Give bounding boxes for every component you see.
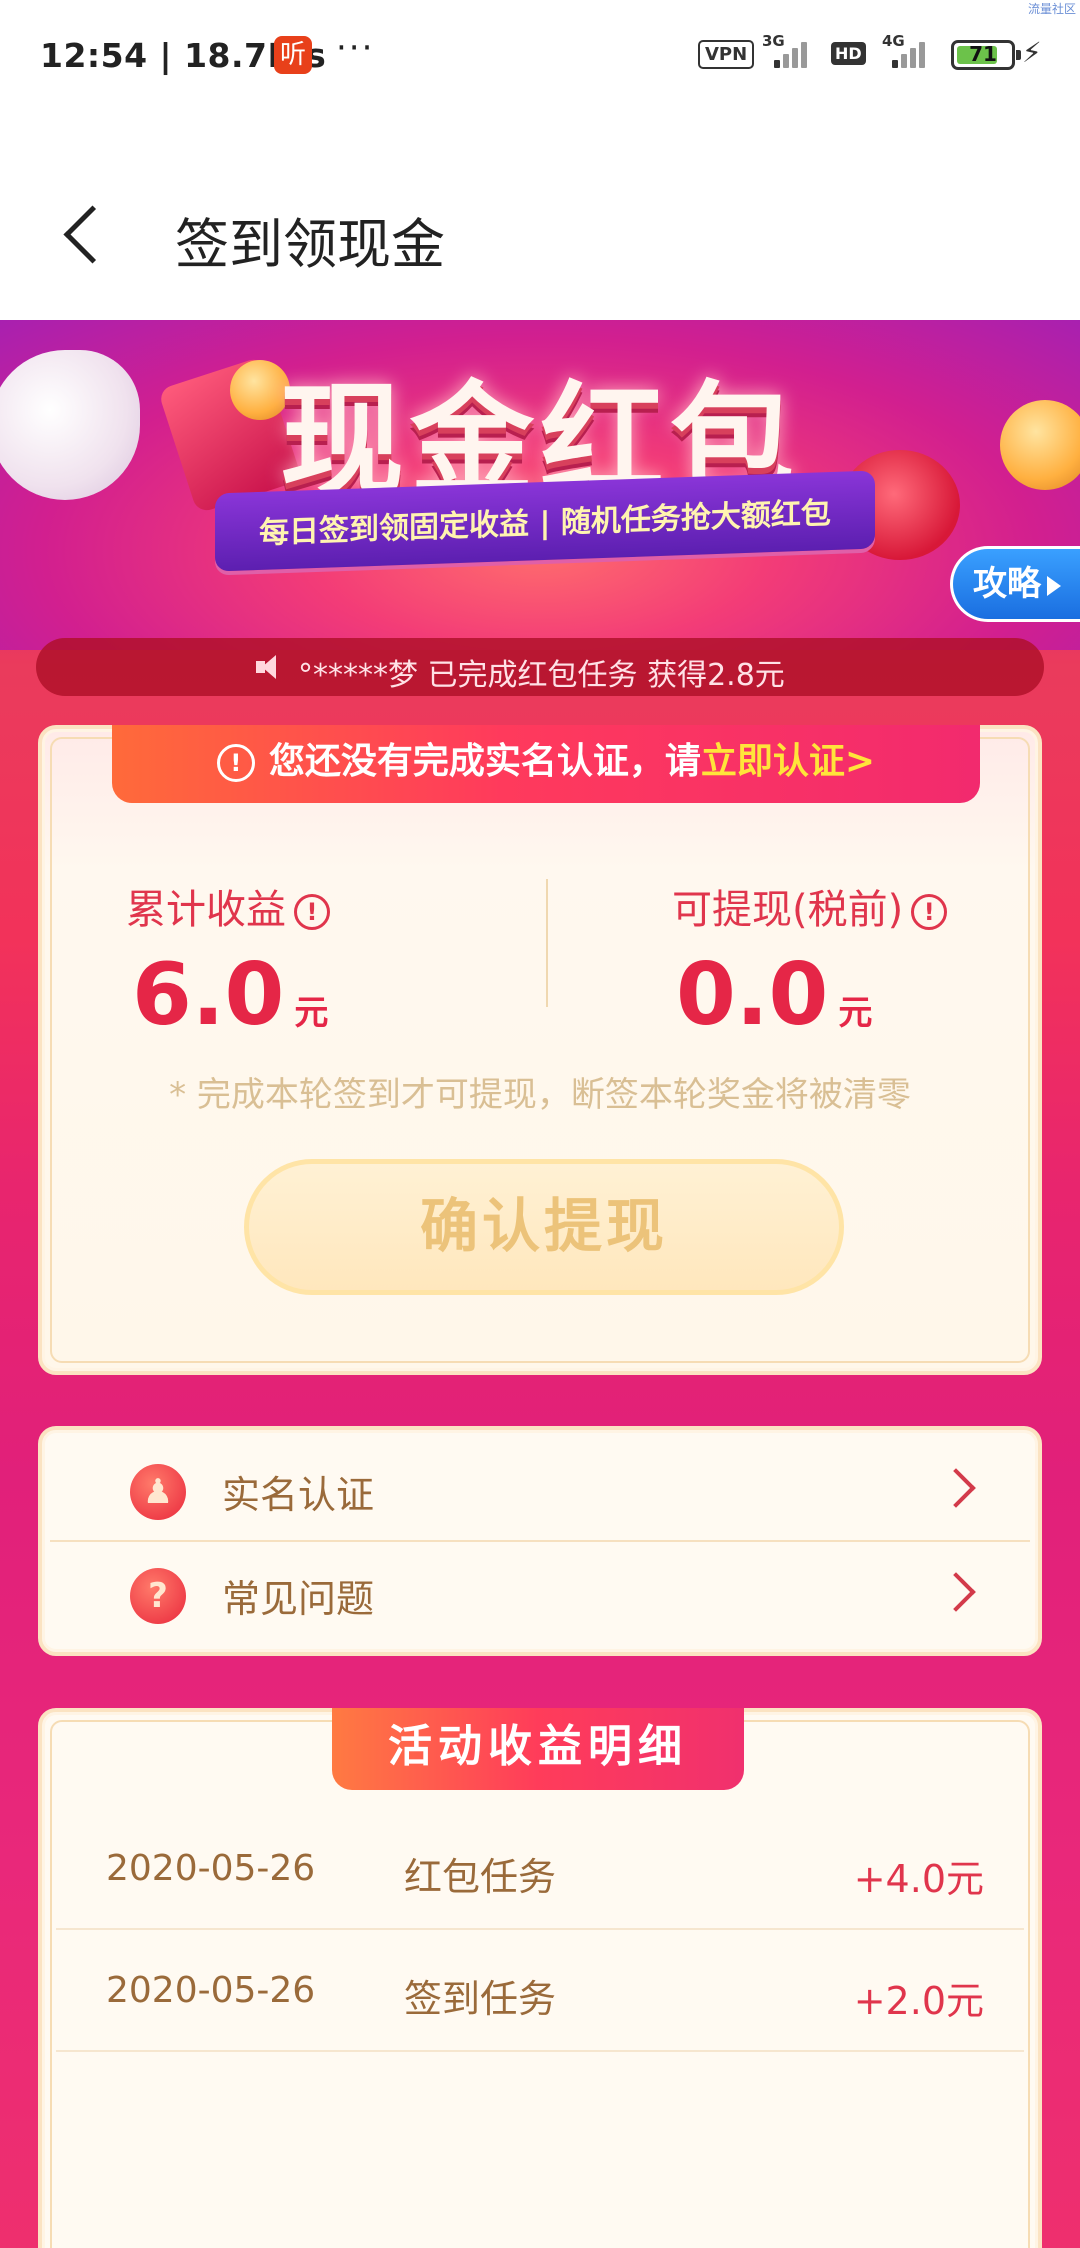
page-title: 签到领现金 bbox=[175, 213, 445, 276]
banner-subtitle: 每日签到领固定收益 | 随机任务抢大额红包 bbox=[259, 496, 831, 551]
notice-text: 您还没有完成实名认证，请 bbox=[268, 741, 701, 782]
table-row: 2020-05-26 签到任务 +2.0元 bbox=[56, 1930, 1024, 2052]
record-amount: +2.0元 bbox=[853, 1979, 984, 2023]
marquee-text: °*****梦 已完成红包任务 获得2.8元 bbox=[298, 658, 785, 693]
more-notifications-icon: ··· bbox=[336, 28, 375, 68]
confirm-withdraw-button[interactable]: 确认提现 bbox=[244, 1159, 844, 1295]
menu-item-faq[interactable]: ? 常见问题 bbox=[50, 1542, 1030, 1646]
withdrawable-label: 可提现(税前) bbox=[672, 887, 904, 933]
withdrawable-value: 0.0 bbox=[676, 945, 829, 1045]
info-icon[interactable]: ! bbox=[911, 894, 948, 930]
withdrawable-unit: 元 bbox=[838, 993, 873, 1033]
menu-card: ♟ 实名认证 ? 常见问题 bbox=[38, 1426, 1042, 1656]
announcement-marquee: °*****梦 已完成红包任务 获得2.8元 bbox=[36, 638, 1044, 696]
records-title: 活动收益明细 bbox=[332, 1708, 744, 1790]
battery-level: 71 bbox=[969, 42, 997, 66]
total-earnings-label: 累计收益 bbox=[126, 887, 286, 933]
record-date: 2020-05-26 bbox=[106, 1848, 316, 1889]
charging-icon: ⚡ bbox=[1022, 36, 1042, 69]
verification-notice[interactable]: ! 您还没有完成实名认证，请立即认证> bbox=[112, 725, 980, 803]
hd-icon: HD bbox=[831, 42, 866, 65]
warning-icon: ! bbox=[216, 744, 255, 782]
verify-now-link[interactable]: 立即认证> bbox=[701, 741, 875, 782]
earnings-card: ! 您还没有完成实名认证，请立即认证> 累计收益! 6.0 元 可提现(税前)! 0… bbox=[38, 725, 1042, 1375]
total-earnings-value: 6.0 bbox=[132, 945, 285, 1045]
signal-bars-icon bbox=[892, 38, 934, 68]
watermark: 流量社区 bbox=[1027, 2, 1076, 16]
record-type: 红包任务 bbox=[404, 1855, 557, 1899]
strategy-button[interactable]: 攻略 bbox=[950, 546, 1080, 622]
app-header: 签到领现金 bbox=[0, 110, 1080, 320]
speaker-icon bbox=[254, 652, 284, 682]
question-icon: ? bbox=[130, 1568, 186, 1624]
vpn-icon: VPN bbox=[698, 40, 755, 69]
back-arrow-icon[interactable] bbox=[58, 200, 108, 280]
record-amount: +4.0元 bbox=[853, 1857, 984, 1901]
menu-item-label: 常见问题 bbox=[222, 1577, 375, 1621]
play-triangle-icon bbox=[1047, 575, 1061, 596]
battery-icon: 71 bbox=[951, 40, 1021, 70]
app-notification-icon: 听 bbox=[274, 36, 312, 74]
table-row: 2020-05-26 红包任务 +4.0元 bbox=[56, 1808, 1024, 1930]
signal-bars-icon bbox=[774, 38, 816, 68]
status-bar: 12:54 | 18.7K/s 听 ··· VPN 3G HD 4G 71 ⚡ … bbox=[0, 0, 1080, 110]
identity-stamp-icon: ♟ bbox=[130, 1464, 186, 1520]
chevron-right-icon bbox=[936, 1572, 976, 1612]
total-earnings: 累计收益! 6.0 元 bbox=[126, 877, 526, 1045]
menu-item-label: 实名认证 bbox=[222, 1473, 375, 1517]
record-type: 签到任务 bbox=[404, 1977, 557, 2021]
strategy-button-label: 攻略 bbox=[973, 564, 1041, 604]
promo-banner: 现金红包 每日签到领固定收益 | 随机任务抢大额红包 bbox=[0, 320, 1080, 650]
earnings-records-card: 活动收益明细 2020-05-26 红包任务 +4.0元 2020-05-26 … bbox=[38, 1708, 1042, 2248]
chevron-right-icon bbox=[936, 1468, 976, 1508]
total-earnings-unit: 元 bbox=[294, 993, 329, 1033]
withdraw-tip: * 完成本轮签到才可提现，断签本轮奖金将被清零 bbox=[169, 1075, 911, 1115]
divider bbox=[546, 879, 548, 1007]
page-content[interactable]: 现金红包 每日签到领固定收益 | 随机任务抢大额红包 攻略 °*****梦 已完… bbox=[0, 320, 1080, 2248]
menu-item-identity-verification[interactable]: ♟ 实名认证 bbox=[50, 1438, 1030, 1542]
record-date: 2020-05-26 bbox=[106, 1970, 316, 2011]
withdrawable-amount: 可提现(税前)! 0.0 元 bbox=[672, 877, 1072, 1045]
info-icon[interactable]: ! bbox=[294, 894, 330, 930]
